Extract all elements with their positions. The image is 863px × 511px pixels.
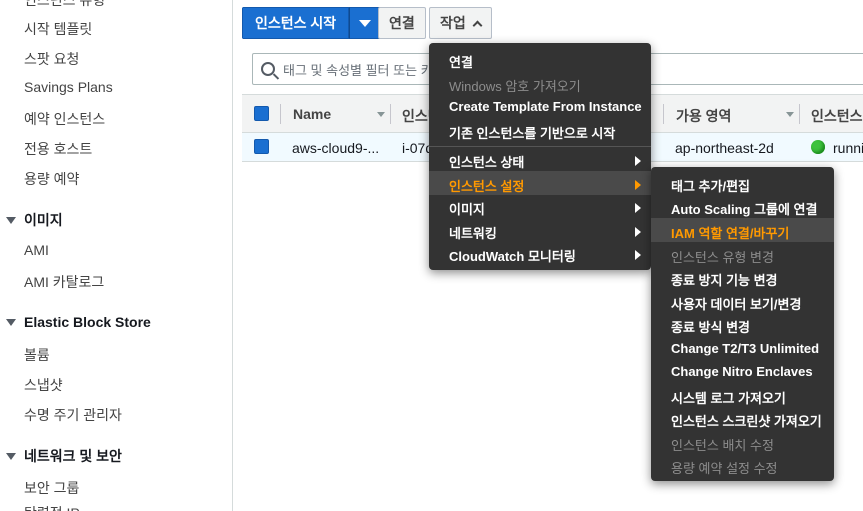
sidebar-item-volumes[interactable]: 볼륨	[24, 345, 50, 365]
column-divider	[799, 104, 800, 124]
submenu-item-change-instance-type: 인스턴스 유형 변경	[671, 250, 774, 265]
sidebar-item-ami-catalog[interactable]: AMI 카탈로그	[24, 272, 104, 292]
menu-item-launch-more-like-this[interactable]: 기존 인스턴스를 기반으로 시작	[449, 123, 615, 142]
column-header-state[interactable]: 인스턴스 상태	[811, 106, 863, 126]
submenu-item-user-data[interactable]: 사용자 데이터 보기/변경	[671, 294, 801, 313]
sidebar-section-label: Elastic Block Store	[24, 314, 151, 330]
submenu-item-modify-placement: 인스턴스 배치 수정	[671, 438, 774, 453]
menu-item-instance-settings[interactable]: 인스턴스 설정	[449, 176, 524, 195]
column-divider	[390, 104, 391, 124]
submenu-item-attach-asg[interactable]: Auto Scaling 그룹에 연결	[671, 199, 817, 218]
actions-button-label: 작업	[440, 15, 466, 31]
chevron-up-icon	[472, 20, 483, 30]
menu-item-networking[interactable]: 네트워킹	[449, 223, 497, 242]
chevron-right-icon	[635, 156, 641, 166]
cell-name: aws-cloud9-...	[292, 140, 380, 156]
sidebar-item-savings-plans[interactable]: Savings Plans	[24, 79, 113, 95]
submenu-item-termination-protection[interactable]: 종료 방지 기능 변경	[671, 270, 778, 289]
menu-item-connect[interactable]: 연결	[449, 52, 473, 71]
chevron-right-icon	[635, 227, 641, 237]
chevron-right-icon	[635, 250, 641, 260]
column-header-name[interactable]: Name	[293, 106, 331, 122]
column-divider	[280, 104, 281, 124]
submenu-item-system-log[interactable]: 시스템 로그 가져오기	[671, 388, 786, 407]
actions-menu: 연결 Windows 암호 가져오기 Create Template From …	[429, 43, 651, 270]
cell-state: running	[833, 140, 863, 156]
sidebar-item-dedicated-hosts[interactable]: 전용 호스트	[24, 139, 92, 159]
sidebar-item-instance-types[interactable]: 인스턴스 유형	[24, 0, 105, 10]
menu-item-image[interactable]: 이미지	[449, 199, 485, 218]
cell-az: ap-northeast-2d	[675, 140, 774, 156]
launch-instance-dropdown-button[interactable]	[349, 7, 382, 39]
running-status-icon	[811, 140, 825, 154]
caret-down-icon	[359, 19, 372, 27]
column-divider	[663, 104, 664, 124]
submenu-item-nitro-enclaves[interactable]: Change Nitro Enclaves	[671, 364, 813, 379]
select-all-checkbox[interactable]	[254, 106, 269, 121]
ec2-console: 인스턴스 유형 시작 템플릿 스팟 요청 Savings Plans 예약 인스…	[0, 0, 863, 511]
instance-settings-submenu: 태그 추가/편집 Auto Scaling 그룹에 연결 IAM 역할 연결/바…	[651, 167, 834, 481]
sidebar-item-launch-templates[interactable]: 시작 템플릿	[24, 19, 92, 39]
search-icon	[261, 62, 275, 76]
menu-item-get-windows-password: Windows 암호 가져오기	[449, 79, 581, 94]
sidebar-item-capacity-reservations[interactable]: 용량 예약	[24, 169, 79, 189]
caret-down-icon	[6, 216, 16, 224]
submenu-item-t2-t3-unlimited[interactable]: Change T2/T3 Unlimited	[671, 341, 819, 356]
chevron-right-icon	[635, 203, 641, 213]
sidebar-section-images[interactable]: 이미지	[6, 210, 63, 230]
submenu-item-shutdown-behavior[interactable]: 종료 방식 변경	[671, 317, 750, 336]
sort-icon[interactable]	[377, 112, 385, 117]
menu-item-instance-state[interactable]: 인스턴스 상태	[449, 152, 524, 171]
actions-button[interactable]: 작업	[429, 7, 492, 39]
sidebar-item-lifecycle-manager[interactable]: 수명 주기 관리자	[24, 405, 122, 425]
sidebar-item-snapshots[interactable]: 스냅샷	[24, 375, 63, 395]
row-checkbox[interactable]	[254, 139, 269, 154]
submenu-item-iam-role[interactable]: IAM 역할 연결/바꾸기	[671, 223, 789, 242]
launch-instance-button-group: 인스턴스 시작	[242, 7, 382, 39]
column-header-az[interactable]: 가용 영역	[676, 106, 731, 126]
sidebar-section-ebs[interactable]: Elastic Block Store	[6, 314, 151, 330]
menu-divider	[429, 146, 651, 147]
sort-icon[interactable]	[786, 112, 794, 117]
sidebar-section-network[interactable]: 네트워크 및 보안	[6, 446, 122, 466]
sidebar-item-reserved-instances[interactable]: 예약 인스턴스	[24, 109, 105, 129]
caret-down-icon	[6, 452, 16, 460]
launch-instance-button[interactable]: 인스턴스 시작	[242, 7, 350, 39]
chevron-right-icon	[635, 180, 641, 190]
menu-item-cloudwatch[interactable]: CloudWatch 모니터링	[449, 246, 576, 265]
sidebar: 인스턴스 유형 시작 템플릿 스팟 요청 Savings Plans 예약 인스…	[0, 0, 233, 511]
submenu-item-screenshot[interactable]: 인스턴스 스크린샷 가져오기	[671, 411, 822, 430]
sidebar-section-label: 이미지	[24, 212, 63, 228]
submenu-item-capacity-reservation: 용량 예약 설정 수정	[671, 461, 778, 476]
connect-button[interactable]: 연결	[378, 7, 426, 39]
connect-button-label: 연결	[389, 15, 415, 31]
sidebar-item-ami[interactable]: AMI	[24, 242, 49, 258]
sidebar-item-elastic-ips[interactable]: 탄력적 IP	[24, 503, 80, 511]
submenu-item-manage-tags[interactable]: 태그 추가/편집	[671, 176, 750, 195]
caret-down-icon	[6, 318, 16, 326]
sidebar-item-security-groups[interactable]: 보안 그룹	[24, 478, 79, 498]
sidebar-section-label: 네트워크 및 보안	[24, 448, 122, 464]
menu-item-create-template[interactable]: Create Template From Instance	[449, 99, 642, 114]
sidebar-item-spot-requests[interactable]: 스팟 요청	[24, 49, 79, 69]
